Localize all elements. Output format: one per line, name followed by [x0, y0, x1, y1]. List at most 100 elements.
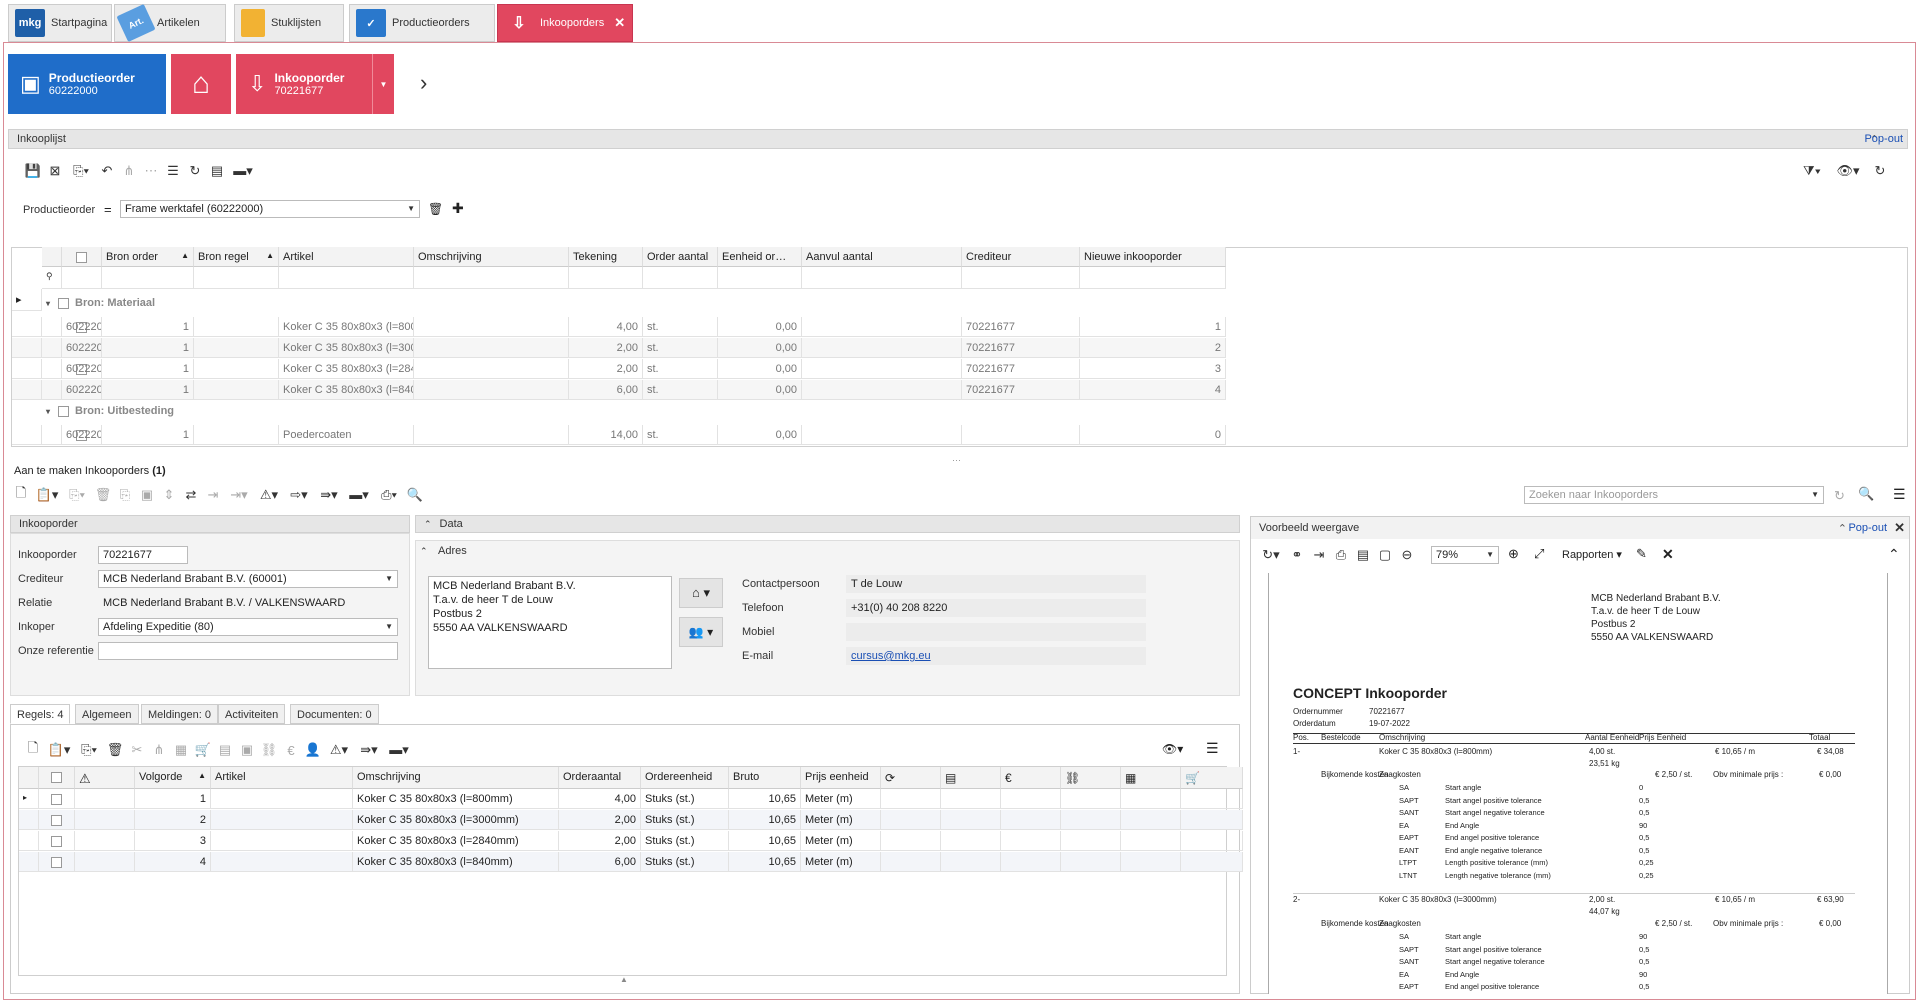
cart-icon[interactable]: 🛒 [192, 740, 214, 760]
table-cell[interactable]: Meter (m) [801, 831, 881, 851]
inkooporder-number-input[interactable]: 70221677 [98, 546, 188, 564]
contactpersoon-value[interactable]: T de Louw [846, 575, 1146, 593]
delete-icon[interactable]: 🗑 [104, 740, 126, 760]
table-cell[interactable]: Koker C 35 80x80x3 (l=800mm) [353, 789, 559, 809]
row-indicator[interactable] [12, 317, 42, 337]
table-cell[interactable]: Koker C 35 80x80x3 (l=840mm) [353, 852, 559, 872]
column-header[interactable]: Bron order ▲ [102, 247, 194, 267]
column-header[interactable]: Omschrijving [414, 247, 569, 267]
more-dropdown-icon[interactable]: ▬▾ [228, 161, 258, 181]
process-dropdown-icon[interactable]: ⇥▾ [224, 485, 254, 505]
paste-icon[interactable]: ▣ [136, 485, 158, 505]
save-icon[interactable]: 💾 [22, 161, 44, 181]
warning-dropdown-icon[interactable]: ⚠▾ [324, 740, 354, 760]
row-indicator[interactable] [19, 852, 39, 872]
table-cell[interactable]: Stuks (st.) [641, 789, 729, 809]
splitter-handle[interactable]: ⋯ [952, 455, 961, 466]
move-icon[interactable]: ⇕ [158, 485, 180, 505]
delete-filter-icon[interactable]: 🗑 [428, 202, 443, 216]
table-cell[interactable]: 3 [135, 831, 211, 851]
table-cell[interactable]: 2,00 [559, 831, 641, 851]
row-indicator[interactable]: ▸ [19, 789, 39, 809]
tab-meldingen[interactable]: Meldingen: 0 [141, 704, 218, 724]
column-header[interactable]: ⚠ [75, 767, 135, 789]
expand-icon[interactable]: ⤢ [1534, 546, 1544, 562]
row-checkbox-cell[interactable] [39, 852, 75, 872]
table-cell[interactable]: 10,65 [729, 810, 801, 830]
cut-icon[interactable]: ✂ [126, 740, 148, 760]
search-inkooporders-input[interactable]: Zoeken naar Inkooporders [1524, 486, 1824, 504]
filter-icon[interactable]: ⧩▾ [1797, 161, 1827, 181]
inkoper-select[interactable]: Afdeling Expeditie (80) [98, 618, 398, 636]
onze-referentie-input[interactable] [98, 642, 398, 660]
cancel-icon[interactable]: ⊠ [44, 161, 66, 181]
column-header[interactable]: Bron regel ▲ [194, 247, 279, 267]
column-header[interactable]: ⟳ [881, 767, 941, 789]
refresh-icon[interactable]: ↻ [1869, 161, 1891, 181]
chevron-down-icon[interactable]: ▾ [46, 299, 50, 308]
table-cell[interactable]: Meter (m) [801, 852, 881, 872]
page-export-icon[interactable]: ▢ [1374, 545, 1396, 565]
column-header[interactable]: Aanvul aantal [802, 247, 962, 267]
list-icon[interactable]: ☰ [162, 161, 184, 181]
group-checkbox[interactable] [58, 405, 70, 417]
export-icon[interactable]: ⇥ [202, 485, 224, 505]
copy-dropdown-icon[interactable]: ⎘▾ [62, 485, 92, 505]
print-dropdown-icon[interactable]: ⎙▾ [374, 485, 404, 505]
home-button[interactable]: ⌂ [171, 54, 231, 114]
zoom-in-icon[interactable]: ⊕ [1508, 546, 1519, 562]
chart-icon[interactable]: ▦ [170, 740, 192, 760]
paste-dropdown-icon[interactable]: 📋▾ [44, 740, 74, 760]
column-header[interactable]: ▦ [1121, 767, 1181, 789]
telefoon-value[interactable]: +31(0) 40 208 8220 [846, 599, 1146, 617]
table-cell[interactable]: 6,00 [559, 852, 641, 872]
contacts-button[interactable]: 👥 ▾ [679, 617, 723, 647]
transfer-icon[interactable]: ⇄ [180, 485, 202, 505]
row-indicator[interactable] [19, 831, 39, 851]
filter-cell[interactable] [643, 267, 718, 289]
table-cell[interactable]: 10,65 [729, 789, 801, 809]
adres-header[interactable]: ⌃ Adres [420, 545, 467, 557]
column-header[interactable]: Orderaantal [559, 767, 641, 789]
tab-startpagina[interactable]: mkg Startpagina [8, 4, 112, 42]
row-checkbox[interactable] [51, 835, 62, 847]
table-cell[interactable]: 2,00 [559, 810, 641, 830]
filter-cell[interactable] [962, 267, 1080, 289]
row-checkbox-cell[interactable] [39, 831, 75, 851]
undo-icon[interactable]: ↶ [96, 161, 118, 181]
tab-stuklijsten[interactable]: Stuklijsten [234, 4, 344, 42]
crediteur-select[interactable]: MCB Nederland Brabant B.V. (60001) [98, 570, 398, 588]
popout-link[interactable]: Pop-out [1848, 522, 1887, 534]
column-header[interactable]: € [1001, 767, 1061, 789]
column-header[interactable] [39, 767, 75, 789]
warning-dropdown-icon[interactable]: ⚠▾ [254, 485, 284, 505]
user-icon[interactable]: 👤 [302, 740, 324, 760]
column-header[interactable]: Artikel [211, 767, 353, 789]
forward-dropdown-icon[interactable]: ⇛▾ [314, 485, 344, 505]
tab-documenten[interactable]: Documenten: 0 [290, 704, 379, 724]
home-address-button[interactable]: ⌂ ▾ [679, 578, 723, 608]
column-header[interactable]: Eenheid or… [718, 247, 802, 267]
copy-dropdown-icon[interactable]: ⎘▾ [74, 740, 104, 760]
refresh-dropdown-icon[interactable]: ↻▾ [1256, 545, 1286, 565]
paste-dropdown-icon[interactable]: 📋▾ [32, 485, 62, 505]
send-dropdown-icon[interactable]: ⇨▾ [284, 485, 314, 505]
tab-artikelen[interactable]: Art. Artikelen [114, 3, 226, 43]
new-document-icon[interactable]: 🗋 [10, 485, 32, 505]
column-header[interactable]: Volgorde ▲ [135, 767, 211, 789]
more-dropdown-icon[interactable]: ▬▾ [344, 485, 374, 505]
add-filter-icon[interactable]: ✚ [452, 200, 464, 217]
filter-cell[interactable] [718, 267, 802, 289]
close-tab-icon[interactable]: ✕ [614, 15, 625, 31]
group-icon[interactable]: ⋔ [118, 161, 140, 181]
filter-cell[interactable] [102, 267, 194, 289]
print-icon[interactable]: ⎙ [1330, 545, 1352, 565]
document-icon[interactable]: ▤ [214, 740, 236, 760]
popout-link[interactable]: Pop-out [1864, 133, 1903, 145]
select-all-checkbox[interactable] [76, 251, 87, 263]
copy-icon[interactable]: ⎘ [114, 485, 136, 505]
chevron-up-icon[interactable]: ⌃ [1838, 522, 1847, 535]
column-header[interactable]: Bruto [729, 767, 801, 789]
close-preview-icon[interactable]: ✕ [1662, 546, 1674, 563]
preview-icon[interactable]: 🔍 [404, 485, 426, 505]
